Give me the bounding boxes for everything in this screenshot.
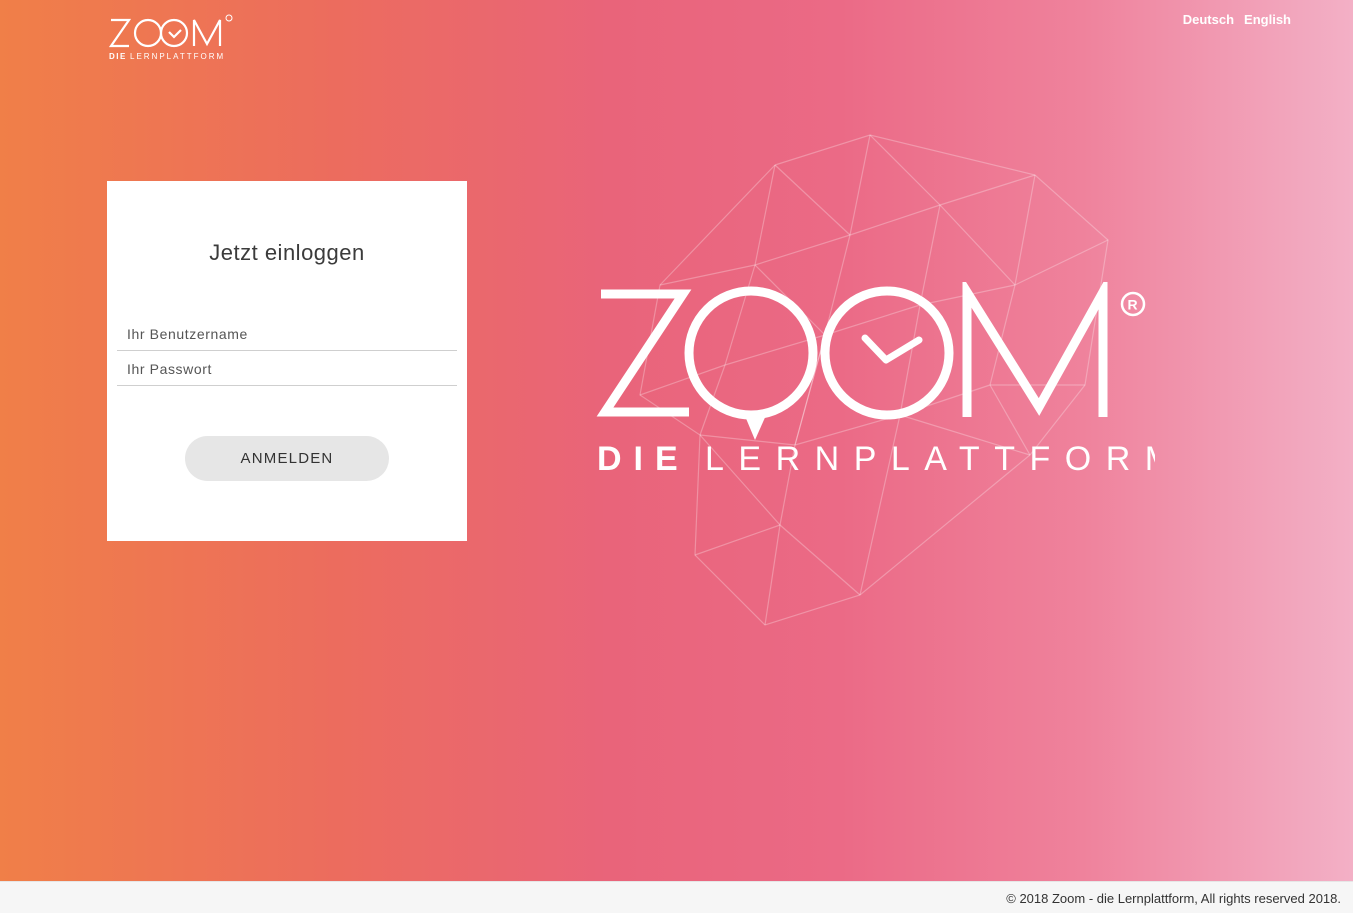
zoom-logo-icon[interactable]: DIE LERNPLATTFORM xyxy=(108,12,240,64)
small-logo-tagline: DIE xyxy=(109,52,127,61)
background-stage: DIE LERNPLATTFORM Deutsch English R DIE … xyxy=(0,0,1353,881)
speech-notch-icon xyxy=(745,413,767,440)
tagline-light: LERNPLATTFORM xyxy=(705,440,1155,477)
login-card: Jetzt einloggen ANMELDEN xyxy=(107,181,467,541)
zoom-brand-logo: R DIE LERNPLATTFORM xyxy=(596,282,1155,477)
login-button[interactable]: ANMELDEN xyxy=(185,436,389,481)
language-link-english[interactable]: English xyxy=(1244,12,1291,27)
login-title: Jetzt einloggen xyxy=(209,240,365,265)
small-logo-tagline-light: LERNPLATTFORM xyxy=(130,52,225,61)
language-link-deutsch[interactable]: Deutsch xyxy=(1183,12,1234,27)
tagline-bold: DIE xyxy=(597,440,690,477)
svg-text:R: R xyxy=(1128,297,1138,313)
footer: © 2018 Zoom - die Lernplattform, All rig… xyxy=(0,881,1353,913)
password-input[interactable] xyxy=(117,352,457,386)
copyright-text: © 2018 Zoom - die Lernplattform, All rig… xyxy=(1006,891,1341,906)
clock-hands-icon xyxy=(861,334,923,364)
language-switch: Deutsch English xyxy=(1183,12,1291,27)
username-input[interactable] xyxy=(117,317,457,351)
